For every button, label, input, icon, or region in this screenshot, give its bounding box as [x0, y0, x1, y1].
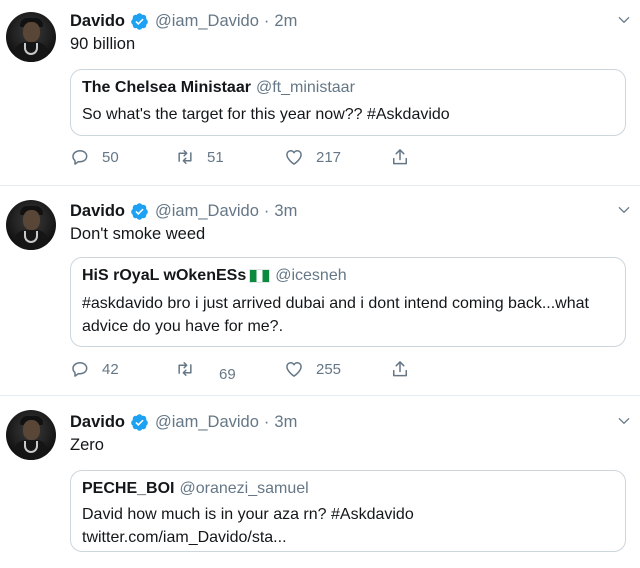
quoted-tweet-link[interactable]: twitter.com/iam_Davido/sta... — [82, 526, 287, 549]
like-button[interactable]: 217 — [284, 146, 341, 168]
share-button[interactable] — [390, 358, 410, 380]
retweet-icon — [178, 362, 192, 376]
quoted-author-name: HiS rOyaL wOkenESs — [82, 267, 247, 284]
avatar[interactable] — [6, 200, 56, 250]
quoted-author-handle: @oranezi_samuel — [179, 480, 309, 497]
tweet-text: Don't smoke weed — [70, 225, 206, 243]
reply-button[interactable]: 42 — [70, 358, 119, 380]
timestamp[interactable]: 3m — [274, 202, 297, 221]
tweet-header: Davido @iam_Davido · 3m — [70, 200, 297, 222]
tweet-header: Davido @iam_Davido · 3m — [70, 411, 297, 433]
chevron-down-icon[interactable] — [617, 203, 631, 217]
author-handle[interactable]: @iam_Davido — [155, 12, 259, 31]
heart-icon — [286, 362, 302, 377]
separator-dot: · — [263, 11, 270, 30]
author-name[interactable]: Davido — [70, 12, 125, 31]
quoted-tweet-text: advice do you have for me?. — [82, 318, 284, 335]
tweet[interactable]: Davido @iam_Davido · 3m Zero PECHE_BOI @… — [0, 396, 640, 568]
tweet[interactable]: Davido @iam_Davido · 3m Don't smoke weed… — [0, 186, 640, 396]
tweet-text: 90 billion — [70, 35, 136, 53]
retweet-button[interactable]: 51 — [175, 146, 224, 168]
author-handle[interactable]: @iam_Davido — [155, 413, 259, 432]
retweet-button[interactable]: 69 — [175, 358, 236, 383]
quoted-tweet-header: The Chelsea Ministaar @ft_ministaar — [82, 79, 355, 97]
quoted-tweet-text: David how much is in your aza rn? #Askda… — [82, 506, 414, 523]
author-name[interactable]: Davido — [70, 202, 125, 221]
reply-button[interactable]: 50 — [70, 146, 119, 168]
like-count: 255 — [316, 360, 342, 378]
share-button[interactable] — [390, 146, 410, 168]
quoted-tweet-header: HiS rOyaL wOkenESs @icesneh — [82, 267, 347, 285]
reply-icon — [72, 362, 88, 377]
timestamp[interactable]: 2m — [274, 12, 297, 31]
reply-icon — [72, 150, 88, 165]
verified-badge-icon — [131, 202, 148, 220]
retweet-count: 69 — [219, 365, 236, 383]
tweet-actions: 42 69 255 — [70, 358, 430, 383]
verified-badge-icon — [131, 12, 148, 30]
share-icon — [393, 149, 407, 165]
retweet-count: 51 — [207, 148, 224, 166]
like-button[interactable]: 255 — [284, 358, 341, 380]
chevron-down-icon[interactable] — [617, 13, 631, 27]
quoted-tweet[interactable]: PECHE_BOI @oranezi_samuel David how much… — [70, 470, 626, 552]
share-icon — [393, 361, 407, 377]
author-handle[interactable]: @iam_Davido — [155, 202, 259, 221]
quoted-author-name: The Chelsea Ministaar — [82, 79, 251, 96]
avatar[interactable] — [6, 410, 56, 460]
avatar[interactable] — [6, 12, 56, 62]
tweet-text: Zero — [70, 436, 104, 454]
separator-dot: · — [263, 201, 270, 220]
author-name[interactable]: Davido — [70, 413, 125, 432]
retweet-icon — [178, 150, 192, 164]
reply-count: 50 — [102, 148, 119, 166]
like-count: 217 — [316, 148, 342, 166]
quoted-tweet-header: PECHE_BOI @oranezi_samuel — [82, 480, 309, 498]
chevron-down-icon[interactable] — [617, 414, 631, 428]
quoted-tweet[interactable]: The Chelsea Ministaar @ft_ministaar So w… — [70, 69, 626, 136]
quoted-author-handle: @ft_ministaar — [255, 79, 355, 96]
tweet-actions: 50 51 217 — [70, 146, 430, 168]
tweet-header: Davido @iam_Davido · 2m — [70, 10, 297, 32]
quoted-tweet-text: So what's the target for this year now??… — [82, 106, 450, 123]
tweet[interactable]: Davido @iam_Davido · 2m 90 billion The C… — [0, 0, 640, 186]
reply-count: 42 — [102, 360, 119, 378]
verified-badge-icon — [131, 413, 148, 431]
quoted-tweet[interactable]: HiS rOyaL wOkenESs @icesneh #askdavido b… — [70, 257, 626, 347]
separator-dot: · — [263, 412, 270, 431]
quoted-tweet-text: #askdavido bro i just arrived dubai and … — [82, 295, 589, 312]
nigeria-flag-icon — [249, 269, 271, 283]
timestamp[interactable]: 3m — [274, 413, 297, 432]
quoted-author-name: PECHE_BOI — [82, 480, 175, 497]
heart-icon — [286, 150, 302, 165]
quoted-author-handle: @icesneh — [275, 267, 347, 284]
